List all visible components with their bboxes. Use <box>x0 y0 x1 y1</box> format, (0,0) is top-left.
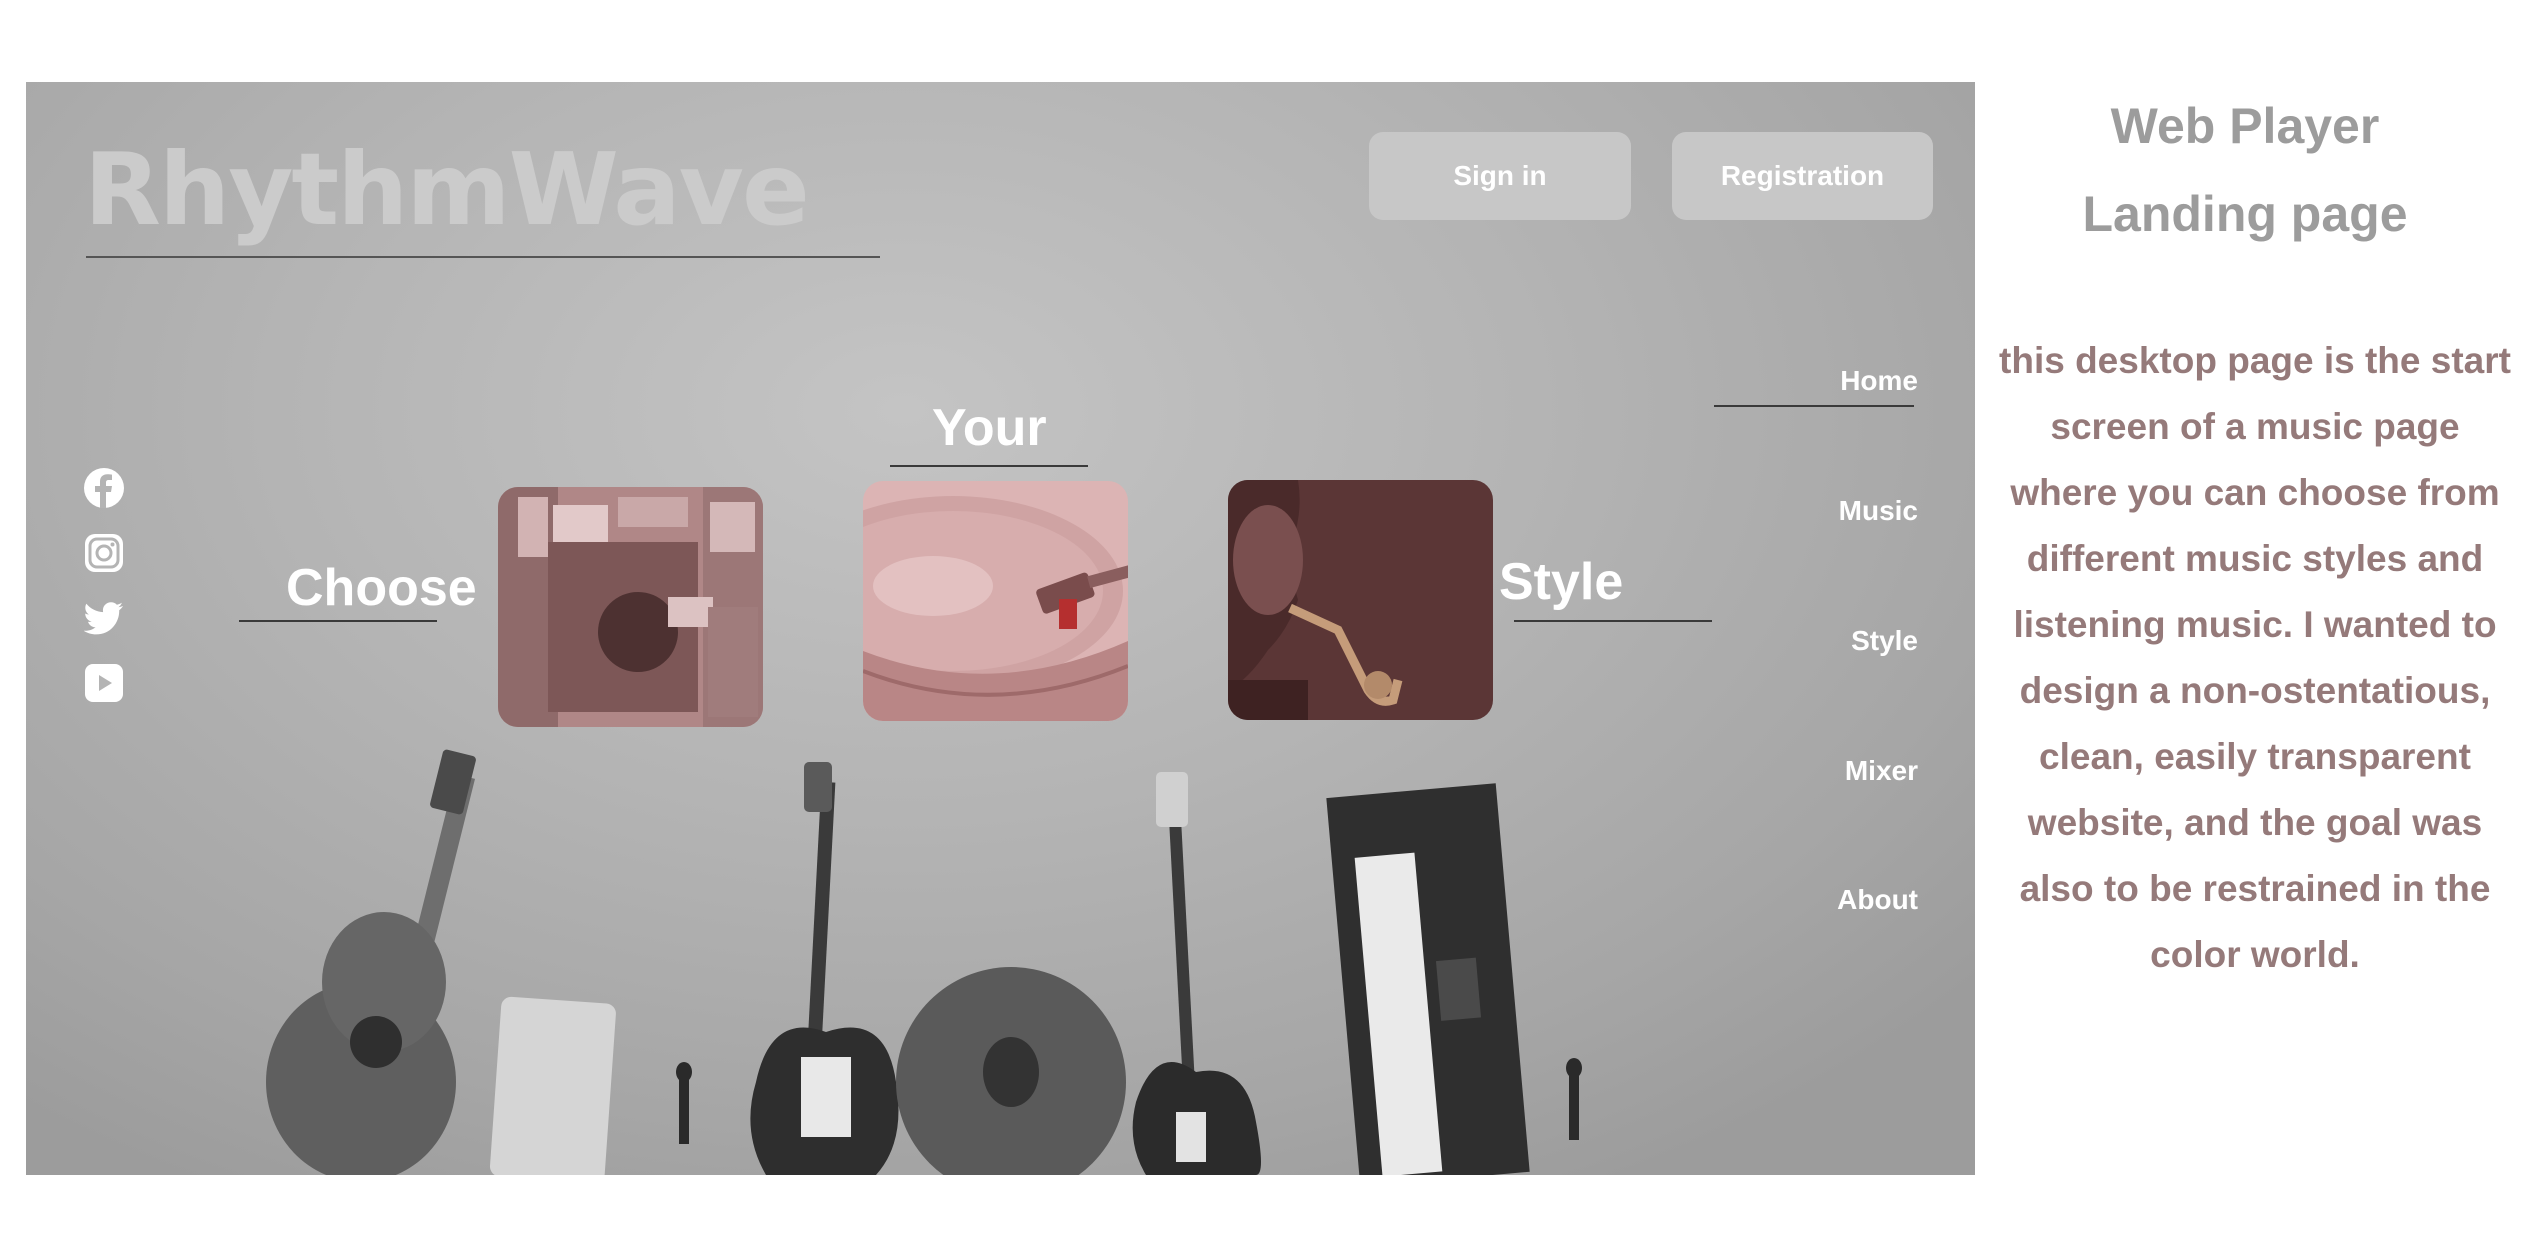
acoustic-guitar-image <box>266 749 476 1175</box>
vinyl-records-browsing-card[interactable] <box>498 487 763 727</box>
sign-in-button[interactable]: Sign in <box>1369 132 1631 220</box>
nav-item-music[interactable]: Music <box>1839 495 1918 527</box>
nav-item-home[interactable]: Home <box>1840 365 1918 397</box>
headline-word-style: Style <box>1499 553 1624 611</box>
style-underline <box>1514 620 1712 622</box>
facebook-icon[interactable] <box>84 468 124 508</box>
saxophone-player-card[interactable] <box>1228 480 1493 720</box>
microphone-image <box>676 1058 1582 1144</box>
keyboard-image <box>1326 783 1530 1175</box>
turntable-photo <box>863 481 1128 721</box>
side-description: this desktop page is the start screen of… <box>1999 340 2511 975</box>
bass-guitar-image <box>1132 772 1261 1175</box>
laptop-image <box>489 996 616 1175</box>
choose-underline <box>239 620 437 622</box>
site-logo[interactable]: RhythmWave <box>84 130 810 250</box>
twitter-icon[interactable] <box>84 598 124 638</box>
cymbal-image <box>896 967 1126 1175</box>
side-title-line1: Web Player <box>2110 98 2380 154</box>
nav-item-about[interactable]: About <box>1837 884 1918 916</box>
headline-word-choose: Choose <box>286 559 477 617</box>
design-canvas: RhythmWave Sign in Registration Home Mus… <box>0 0 2526 1245</box>
nav-item-style[interactable]: Style <box>1851 625 1918 657</box>
vinyl-records-photo <box>498 487 763 727</box>
nav-item-mixer[interactable]: Mixer <box>1845 755 1918 787</box>
turntable-card[interactable] <box>863 481 1128 721</box>
electric-guitar-image <box>750 762 899 1175</box>
registration-button[interactable]: Registration <box>1672 132 1933 220</box>
instagram-icon[interactable] <box>84 533 124 573</box>
youtube-icon[interactable] <box>84 663 124 703</box>
logo-underline <box>86 256 880 258</box>
side-title-line2: Landing page <box>2082 186 2408 242</box>
your-underline <box>890 465 1088 467</box>
saxophone-player-photo <box>1228 480 1493 720</box>
nav-active-underline <box>1714 405 1914 407</box>
landing-page-panel: RhythmWave Sign in Registration Home Mus… <box>26 82 1975 1175</box>
headline-word-your: Your <box>932 399 1047 457</box>
